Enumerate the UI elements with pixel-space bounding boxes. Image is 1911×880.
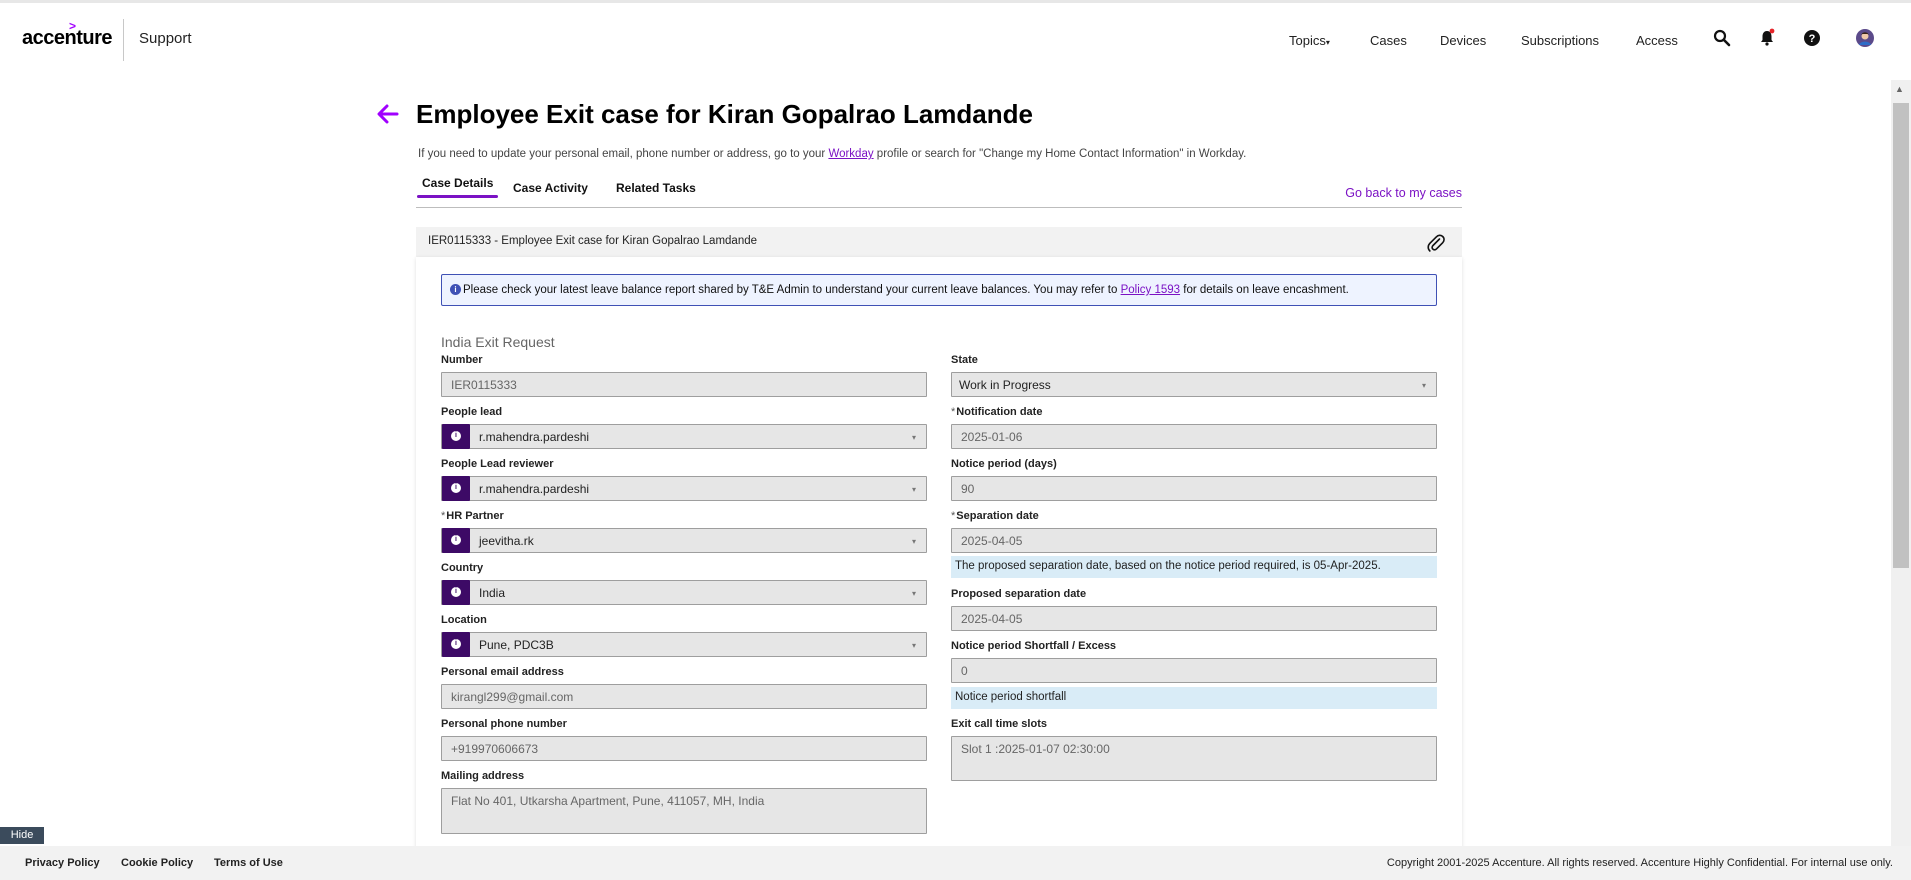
state-select[interactable]: Work in Progress ▾ (951, 372, 1437, 397)
header-divider (123, 19, 124, 61)
nav-access[interactable]: Access (1636, 33, 1678, 48)
chevron-down-icon: ▾ (911, 485, 916, 494)
case-header-title: IER0115333 - Employee Exit case for Kira… (428, 235, 758, 247)
paperclip-icon[interactable] (1426, 233, 1446, 253)
country-info-button[interactable]: i (442, 580, 470, 605)
people-lead-info-button[interactable]: i (442, 424, 470, 449)
tab-related-tasks[interactable]: Related Tasks (616, 181, 696, 195)
notice-shortfall-field[interactable]: 0 (951, 658, 1437, 683)
support-label[interactable]: Support (139, 30, 192, 47)
state-label: State (951, 354, 978, 366)
accenture-logo[interactable]: accenture (22, 27, 113, 50)
separation-date-label: *Separation date (951, 510, 1039, 522)
help-icon[interactable]: ? (1802, 28, 1822, 48)
nav-devices[interactable]: Devices (1440, 33, 1486, 48)
site-header: accenture > Support Topics▾ Cases Device… (0, 3, 1911, 75)
back-arrow-icon[interactable] (376, 102, 400, 126)
scroll-up-arrow-icon[interactable]: ▲ (1895, 84, 1904, 94)
nav-subscriptions[interactable]: Subscriptions (1521, 33, 1599, 48)
case-header-bar: IER0115333 - Employee Exit case for Kira… (416, 227, 1462, 257)
leave-balance-notice: i Please check your latest leave balance… (441, 274, 1437, 306)
workday-link[interactable]: Workday (828, 148, 873, 160)
notice-shortfall-label: Notice period Shortfall / Excess (951, 640, 1117, 652)
personal-email-field[interactable]: kirangl299@gmail.com (441, 684, 927, 709)
proposed-separation-date-field[interactable]: 2025-04-05 (951, 606, 1437, 631)
privacy-policy-link[interactable]: Privacy Policy (25, 857, 100, 869)
svg-text:?: ? (1809, 33, 1816, 45)
form-section-title: India Exit Request (441, 334, 555, 350)
separation-date-info: The proposed separation date, based on t… (951, 556, 1437, 578)
go-back-to-cases-link[interactable]: Go back to my cases (1345, 186, 1462, 200)
chevron-down-icon: ▾ (911, 589, 916, 598)
chevron-down-icon: ▾ (911, 537, 916, 546)
chevron-down-icon: ▾ (911, 433, 916, 442)
country-label: Country (441, 562, 484, 574)
personal-phone-field[interactable]: +919970606673 (441, 736, 927, 761)
proposed-separation-date-label: Proposed separation date (951, 588, 1087, 600)
terms-of-use-link[interactable]: Terms of Use (214, 857, 283, 869)
scrollbar-thumb[interactable] (1893, 103, 1909, 568)
notice-period-days-label: Notice period (days) (951, 458, 1057, 470)
exit-call-slots-label: Exit call time slots (951, 718, 1047, 730)
separation-date-field[interactable]: 2025-04-05 (951, 528, 1437, 553)
location-label: Location (441, 614, 487, 626)
search-icon[interactable] (1712, 28, 1732, 48)
number-field[interactable]: IER0115333 (441, 372, 927, 397)
nav-cases[interactable]: Cases (1370, 33, 1407, 48)
mailing-address-field[interactable]: Flat No 401, Utkarsha Apartment, Pune, 4… (441, 788, 927, 834)
cookie-policy-link[interactable]: Cookie Policy (121, 857, 193, 869)
mailing-address-label: Mailing address (441, 770, 525, 782)
site-footer: Privacy Policy Cookie Policy Terms of Us… (0, 846, 1911, 880)
case-tabs: Case Details Case Activity Related Tasks… (416, 174, 1462, 208)
hide-button[interactable]: Hide (0, 827, 44, 844)
hr-partner-label: *HR Partner (441, 510, 504, 522)
number-label: Number (441, 354, 483, 366)
hr-partner-field[interactable]: i jeevitha.rk ▾ (441, 528, 927, 553)
tab-case-activity[interactable]: Case Activity (513, 181, 588, 195)
people-lead-reviewer-label: People Lead reviewer (441, 458, 554, 470)
people-lead-reviewer-info-button[interactable]: i (442, 476, 470, 501)
notification-date-label: *Notification date (951, 406, 1043, 418)
notice-shortfall-info: Notice period shortfall (951, 687, 1437, 709)
case-form-panel: i Please check your latest leave balance… (416, 257, 1462, 857)
chevron-down-icon: ▾ (911, 641, 916, 650)
people-lead-label: People lead (441, 406, 503, 418)
notification-bell-icon[interactable] (1757, 28, 1777, 48)
people-lead-reviewer-field[interactable]: i r.mahendra.pardeshi ▾ (441, 476, 927, 501)
country-field[interactable]: i India ▾ (441, 580, 927, 605)
policy-link[interactable]: Policy 1593 (1121, 284, 1180, 296)
chevron-down-icon: ▾ (1421, 381, 1426, 390)
info-icon: i (450, 284, 461, 295)
page-title: Employee Exit case for Kiran Gopalrao La… (416, 99, 1033, 129)
user-avatar[interactable] (1855, 28, 1875, 48)
logo-caret-icon: > (69, 19, 77, 33)
exit-call-slots-field[interactable]: Slot 1 :2025-01-07 02:30:00 (951, 736, 1437, 781)
people-lead-field[interactable]: i r.mahendra.pardeshi ▾ (441, 424, 927, 449)
location-field[interactable]: i Pune, PDC3B ▾ (441, 632, 927, 657)
contact-update-hint: If you need to update your personal emai… (418, 148, 1247, 160)
personal-phone-label: Personal phone number (441, 718, 567, 730)
hr-partner-info-button[interactable]: i (442, 528, 470, 553)
personal-email-label: Personal email address (441, 666, 564, 678)
location-info-button[interactable]: i (442, 632, 470, 657)
nav-topics[interactable]: Topics▾ (1289, 33, 1330, 48)
tab-case-details[interactable]: Case Details (416, 176, 499, 198)
notice-period-days-field[interactable]: 90 (951, 476, 1437, 501)
notification-date-field[interactable]: 2025-01-06 (951, 424, 1437, 449)
notice-text: Please check your latest leave balance r… (463, 284, 1349, 296)
copyright-text: Copyright 2001-2025 Accenture. All right… (1386, 857, 1893, 869)
